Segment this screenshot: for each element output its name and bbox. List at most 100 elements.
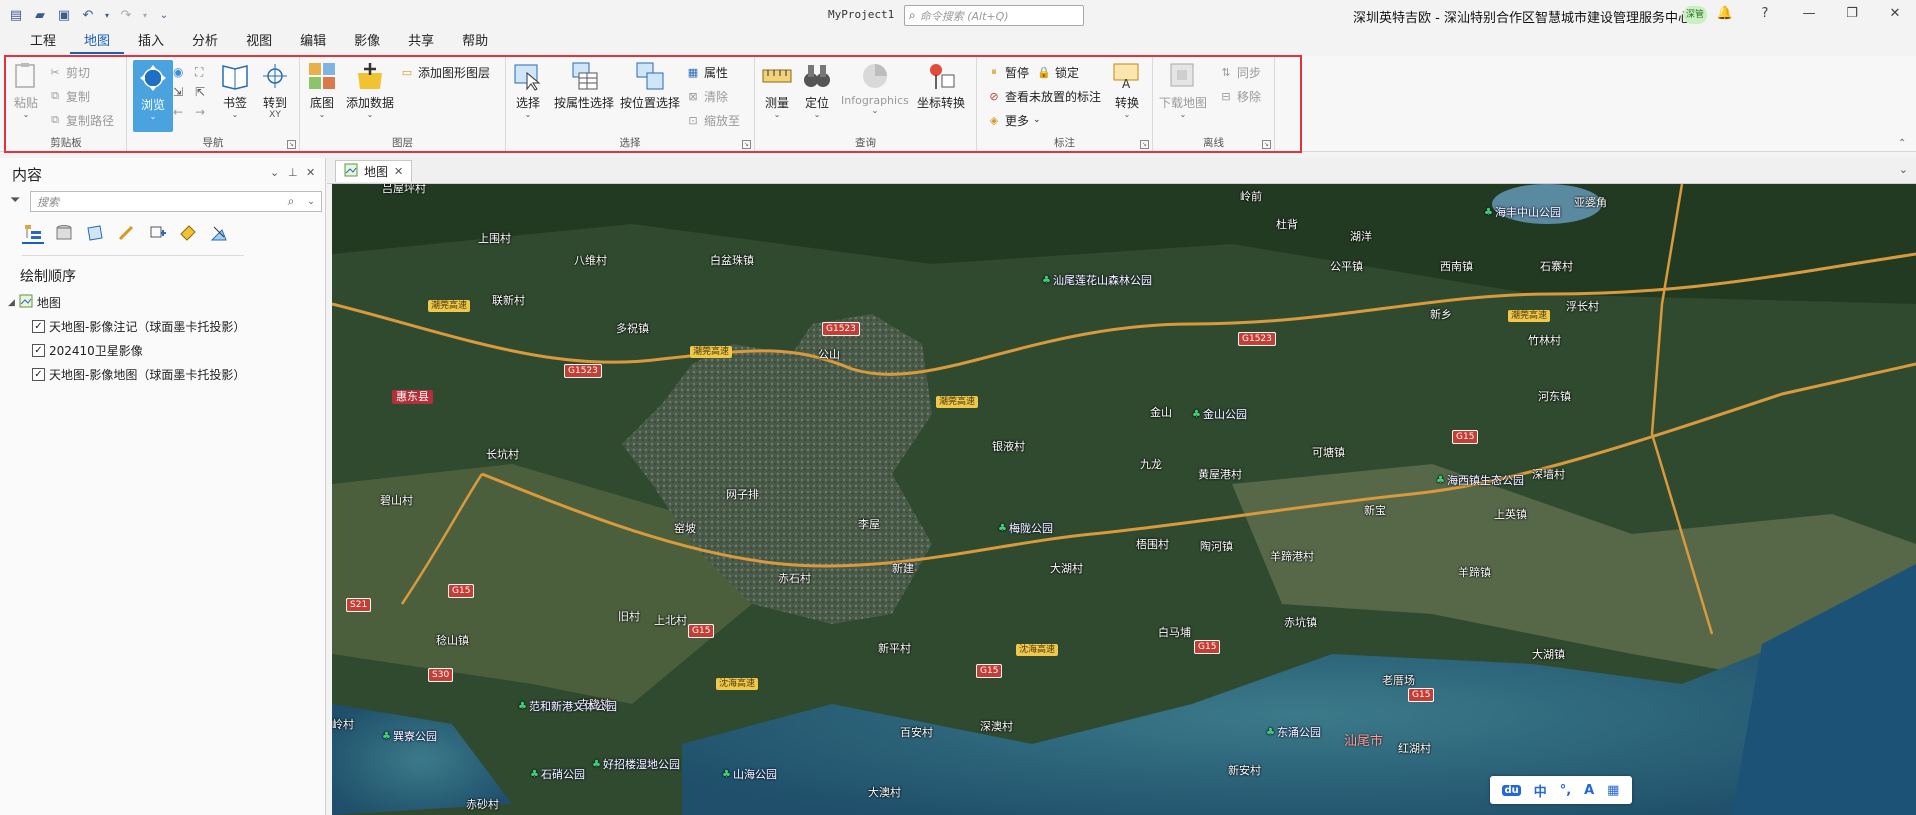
close-tab-icon[interactable]: ✕	[394, 165, 403, 178]
tab-imagery[interactable]: 影像	[340, 32, 394, 54]
locate-button[interactable]: 定位 ⌄	[801, 60, 833, 119]
add-data-button[interactable]: 添加数据 ⌄	[346, 60, 394, 119]
list-by-data-source-icon[interactable]	[53, 222, 75, 244]
select-button[interactable]: 选择 ⌄	[512, 60, 544, 119]
expand-collapse-icon[interactable]: ◢	[8, 298, 15, 308]
redo-icon[interactable]: ↷	[116, 5, 136, 25]
basemap-button[interactable]: 底图 ⌄	[306, 60, 338, 119]
map-tree-node[interactable]: ◢ 地图	[8, 294, 61, 311]
undo-icon[interactable]: ↶	[78, 5, 98, 25]
undo-dropdown-icon[interactable]: ▾	[102, 5, 112, 25]
open-project-icon[interactable]: ▰	[30, 5, 50, 25]
highway-shield: G15	[448, 584, 475, 598]
dialog-launcher-icon[interactable]: ↘	[287, 140, 296, 149]
ime-punctuation-icon[interactable]: °,	[1560, 783, 1571, 798]
sync-icon: ⇅	[1221, 65, 1231, 79]
tab-analysis[interactable]: 分析	[178, 32, 232, 54]
layer-visibility-checkbox[interactable]: ✓	[32, 344, 45, 357]
help-icon[interactable]: ?	[1756, 6, 1774, 21]
close-icon[interactable]: ✕	[1886, 6, 1904, 21]
user-avatar[interactable]: 深管	[1683, 6, 1707, 24]
sync-button[interactable]: ⇅ 同步	[1219, 62, 1261, 82]
dialog-launcher-icon[interactable]: ↘	[1140, 140, 1149, 149]
minimize-icon[interactable]: —	[1800, 6, 1818, 21]
add-graphics-layer-button[interactable]: ▭ 添加图形图层	[400, 62, 490, 82]
zoom-in-fixed-icon[interactable]: ⇲	[173, 82, 183, 102]
copy-path-button[interactable]: ⧉ 复制路径	[48, 110, 114, 130]
globe-icon[interactable]: ◉	[173, 62, 183, 82]
bookmark-icon	[219, 60, 251, 92]
map-view-tab[interactable]: 地图 ✕	[335, 160, 413, 182]
lock-labels-button[interactable]: 🔒 锁定	[1037, 62, 1079, 82]
previous-extent-icon[interactable]: ←	[173, 102, 183, 122]
list-by-drawing-order-icon[interactable]	[22, 222, 44, 244]
list-by-perspective-icon[interactable]	[208, 222, 230, 244]
tab-insert[interactable]: 插入	[124, 32, 178, 54]
pin-icon[interactable]: ⊥	[288, 166, 298, 179]
list-by-labeling-icon[interactable]	[177, 222, 199, 244]
infographics-button[interactable]: Infographics ⌄	[841, 60, 909, 115]
more-labeling-button[interactable]: ◈ 更多 ⌄	[987, 110, 1041, 130]
ime-chinese-mode-icon[interactable]: 中	[1534, 781, 1547, 800]
list-by-selection-icon[interactable]	[84, 222, 106, 244]
explore-button[interactable]: 浏览 ⌄	[133, 60, 173, 132]
full-extent-icon[interactable]: ⛶	[195, 62, 203, 82]
remove-button[interactable]: ⊟ 移除	[1219, 86, 1261, 106]
filter-icon[interactable]: ⏷	[10, 193, 20, 208]
new-project-icon[interactable]: ▤	[6, 5, 26, 25]
notifications-icon[interactable]: 🔔	[1716, 6, 1734, 21]
collapse-ribbon-icon[interactable]: ⌃	[1898, 138, 1906, 149]
layer-visibility-checkbox[interactable]: ✓	[32, 368, 45, 381]
next-extent-icon[interactable]: →	[195, 102, 205, 122]
layer-item[interactable]: ✓ 天地图-影像注记（球面墨卡托投影）	[32, 318, 245, 335]
command-search-input[interactable]: ⌕ 命令搜索 (Alt+Q)	[904, 5, 1084, 26]
tab-help[interactable]: 帮助	[448, 32, 502, 54]
tab-edit[interactable]: 编辑	[286, 32, 340, 54]
place-label: 羊蹄港村	[1270, 550, 1314, 563]
list-by-snapping-icon[interactable]	[146, 222, 168, 244]
zoom-out-fixed-icon[interactable]: ⇱	[195, 82, 205, 102]
zoom-to-selection-button[interactable]: ⊡ 缩放至	[686, 110, 740, 130]
bookmarks-button[interactable]: 书签 ⌄	[219, 60, 251, 119]
convert-labels-button[interactable]: A 转换 ⌄	[1111, 60, 1143, 119]
ime-toolbar[interactable]: du 中 °, A ▦	[1490, 776, 1632, 804]
save-project-icon[interactable]: ▣	[54, 5, 74, 25]
place-label: 亚婆角	[1574, 196, 1607, 209]
pane-options-icon[interactable]: ⌄	[270, 166, 279, 179]
pause-labeling-button[interactable]: ⏸ 暂停	[987, 62, 1029, 82]
download-map-button[interactable]: 下载地图 ⌄	[1159, 60, 1207, 119]
list-by-editing-icon[interactable]	[115, 222, 137, 244]
ime-voice-icon[interactable]: A	[1584, 783, 1594, 798]
coordinate-conversion-button[interactable]: 坐标转换	[917, 60, 965, 111]
paste-button[interactable]: 粘贴 ⌄	[10, 60, 42, 119]
tab-view[interactable]: 视图	[232, 32, 286, 54]
explore-icon	[137, 62, 169, 94]
cut-button[interactable]: ✂ 剪切	[48, 62, 90, 82]
redo-dropdown-icon[interactable]: ▾	[140, 5, 150, 25]
contents-search-input[interactable]: 搜索 ⌕ ⌄	[30, 191, 322, 212]
dialog-launcher-icon[interactable]: ↘	[1262, 140, 1271, 149]
measure-button[interactable]: 测量 ⌄	[761, 60, 793, 119]
customize-qat-icon[interactable]: ⌄	[154, 5, 174, 25]
layer-item[interactable]: ✓ 天地图-影像地图（球面墨卡托投影）	[32, 366, 245, 383]
goto-xy-button[interactable]: 转到 XY	[259, 60, 291, 120]
tab-share[interactable]: 共享	[394, 32, 448, 54]
clear-selection-button[interactable]: ⊠ 清除	[686, 86, 728, 106]
layer-visibility-checkbox[interactable]: ✓	[32, 320, 45, 333]
ime-toolbox-icon[interactable]: ▦	[1607, 783, 1619, 798]
layer-item[interactable]: ✓ 202410卫星影像	[32, 342, 143, 359]
view-unplaced-labels-button[interactable]: ⊘ 查看未放置的标注	[987, 86, 1101, 106]
chevron-down-icon[interactable]: ⌄	[1899, 163, 1908, 176]
highway-shield: G15	[976, 664, 1003, 678]
select-by-attributes-button[interactable]: 按属性选择	[554, 60, 614, 111]
copy-button[interactable]: ⧉ 复制	[48, 86, 90, 106]
attributes-button[interactable]: ▦ 属性	[686, 62, 728, 82]
dialog-launcher-icon[interactable]: ↘	[742, 140, 751, 149]
restore-icon[interactable]: ❐	[1843, 6, 1861, 21]
select-by-location-button[interactable]: 按位置选择	[620, 60, 680, 111]
map-canvas[interactable]: 吕屋坪村 上围村 八维村 白盆珠镇 联新村 多祝镇 公山 惠东县 长坑村 碧山村…	[332, 184, 1916, 815]
close-pane-icon[interactable]: ✕	[306, 166, 315, 179]
tab-map[interactable]: 地图	[70, 32, 125, 54]
tab-project[interactable]: 工程	[16, 32, 70, 54]
baidu-ime-icon[interactable]: du	[1502, 784, 1521, 796]
